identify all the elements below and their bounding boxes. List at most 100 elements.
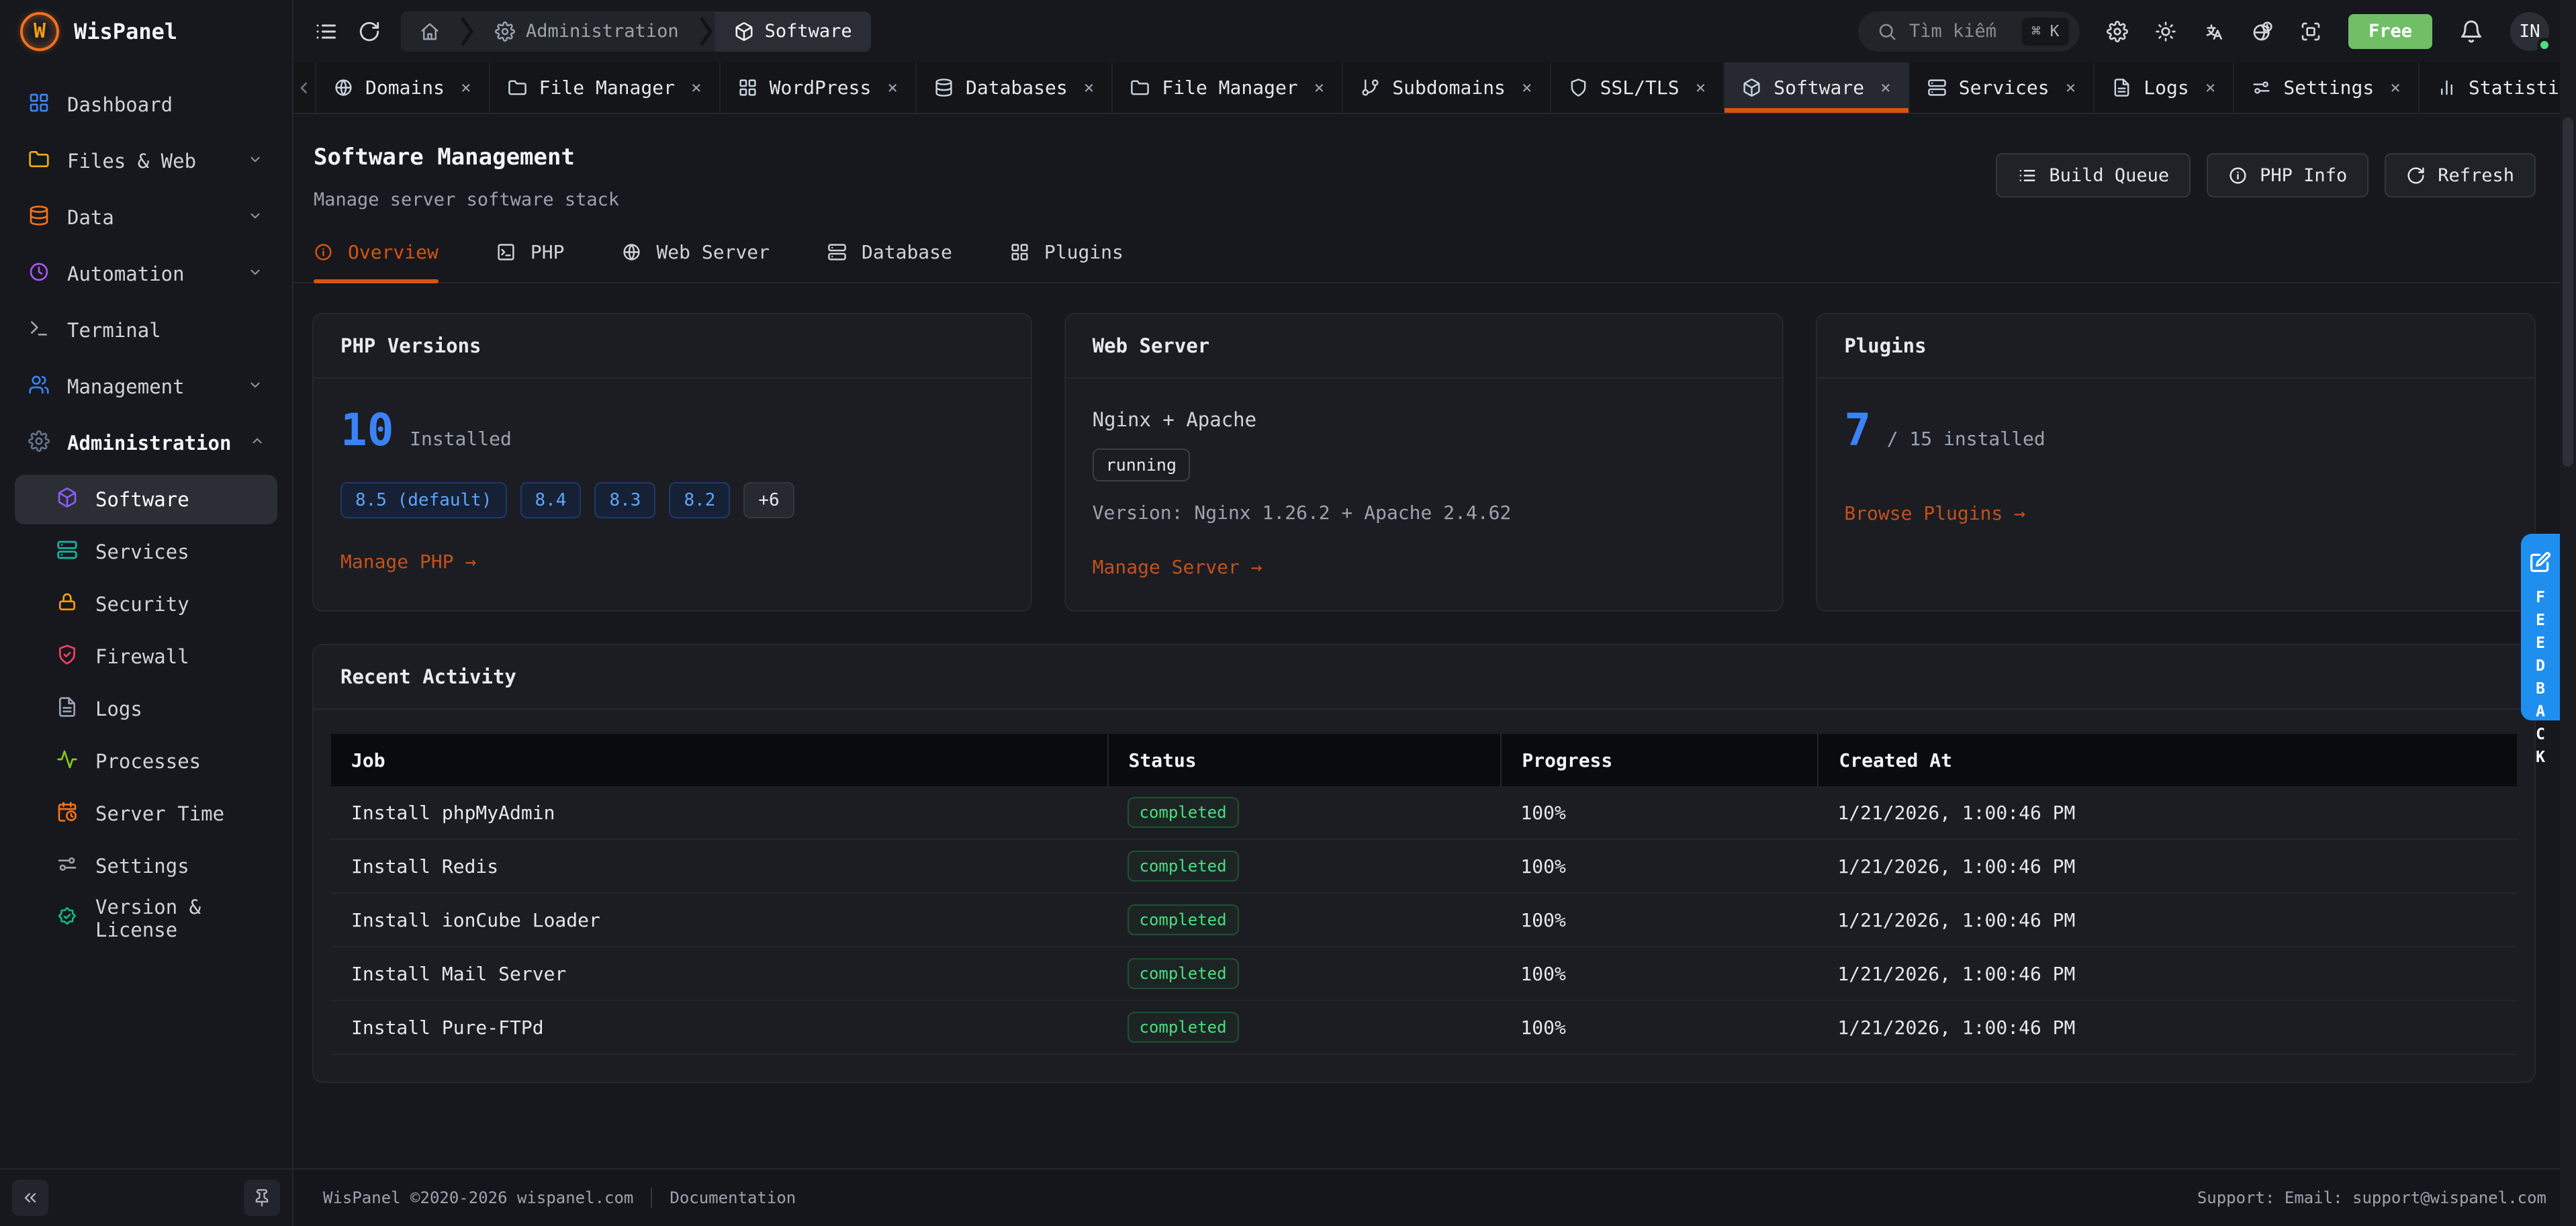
- close-tab-icon[interactable]: ×: [2390, 78, 2401, 98]
- table-row[interactable]: Install ionCube Loader completed 100% 1/…: [331, 894, 2517, 947]
- sidebar-item-automation[interactable]: Automation: [15, 249, 277, 299]
- breadcrumb-administration[interactable]: Administration: [476, 11, 698, 52]
- sidebar-item-security[interactable]: Security: [15, 579, 277, 629]
- close-tab-icon[interactable]: ×: [691, 78, 702, 98]
- collapse-sidebar-button[interactable]: [12, 1180, 48, 1216]
- tab-services[interactable]: Services×: [1910, 62, 2095, 113]
- tab-logs[interactable]: Logs×: [2095, 62, 2234, 113]
- tab-domains[interactable]: Domains×: [316, 62, 490, 113]
- sidebar-item-files-web[interactable]: Files & Web: [15, 136, 277, 186]
- subtab-php[interactable]: PHP: [496, 241, 565, 282]
- free-plan-button[interactable]: Free: [2348, 14, 2432, 49]
- sidebar-item-terminal[interactable]: Terminal: [15, 305, 277, 355]
- page-actions: Build Queue PHP Info Refresh: [1996, 153, 2536, 197]
- sidebar-item-logs[interactable]: Logs: [15, 684, 277, 734]
- tabs-scroll-left-button[interactable]: [293, 62, 316, 113]
- sidebar-item-server-time[interactable]: Server Time: [15, 789, 277, 839]
- php-more-versions-badge[interactable]: +6: [743, 482, 794, 518]
- sidebar-item-label: Server Time: [95, 802, 224, 825]
- tab-file-manager-2[interactable]: File Manager×: [1113, 62, 1343, 113]
- sidebar-item-processes[interactable]: Processes: [15, 737, 277, 786]
- progress-cell: 100%: [1500, 909, 1817, 931]
- build-queue-button[interactable]: Build Queue: [1996, 153, 2191, 197]
- php-info-button[interactable]: PHP Info: [2207, 153, 2368, 197]
- list-icon: [314, 19, 338, 44]
- sidebar-item-data[interactable]: Data: [15, 193, 277, 242]
- calendar-clock-icon: [56, 801, 78, 827]
- manage-server-link[interactable]: Manage Server →: [1093, 556, 1262, 578]
- search-input[interactable]: [1909, 21, 2010, 42]
- card-title: PHP Versions: [314, 314, 1031, 379]
- sidebar-toggle-button[interactable]: [314, 19, 338, 44]
- php-version-badge[interactable]: 8.2: [669, 482, 730, 518]
- sidebar-item-administration[interactable]: Administration: [15, 418, 277, 468]
- scrollbar-thumb[interactable]: [2563, 117, 2573, 467]
- php-version-badge[interactable]: 8.3: [594, 482, 655, 518]
- close-tab-icon[interactable]: ×: [2205, 78, 2216, 98]
- bar-chart-icon: [2437, 78, 2456, 97]
- tab-subdomains[interactable]: Subdomains×: [1343, 62, 1551, 113]
- tab-wordpress[interactable]: WordPress×: [721, 62, 917, 113]
- sidebar-item-dashboard[interactable]: Dashboard: [15, 80, 277, 130]
- sidebar-item-services[interactable]: Services: [15, 527, 277, 577]
- table-row[interactable]: Install Mail Server completed 100% 1/21/…: [331, 947, 2517, 1001]
- breadcrumb-home[interactable]: [401, 11, 459, 52]
- subtab-database[interactable]: Database: [827, 241, 952, 282]
- page-title: Software Management: [314, 144, 619, 171]
- tab-databases[interactable]: Databases×: [917, 62, 1113, 113]
- web-server-version: Version: Nginx 1.26.2 + Apache 2.4.62: [1093, 502, 1756, 524]
- search-icon: [1877, 21, 1897, 42]
- tab-file-manager[interactable]: File Manager×: [490, 62, 721, 113]
- sidebar-item-software[interactable]: Software: [15, 475, 277, 524]
- documentation-link[interactable]: Documentation: [670, 1188, 796, 1207]
- feedback-button[interactable]: FEEDBACK: [2521, 534, 2560, 720]
- pin-sidebar-button[interactable]: [244, 1180, 280, 1216]
- subtab-overview[interactable]: Overview: [314, 241, 439, 282]
- breadcrumb-software[interactable]: Software: [715, 11, 871, 52]
- close-tab-icon[interactable]: ×: [1696, 78, 1706, 98]
- page-scrollbar[interactable]: [2560, 0, 2576, 1226]
- table-row[interactable]: Install phpMyAdmin completed 100% 1/21/2…: [331, 786, 2517, 840]
- sidebar-item-settings[interactable]: Settings: [15, 841, 277, 891]
- close-tab-icon[interactable]: ×: [1314, 78, 1325, 98]
- refresh-button[interactable]: Refresh: [2385, 153, 2536, 197]
- sidebar-item-management[interactable]: Management: [15, 362, 277, 412]
- tab-software[interactable]: Software×: [1724, 62, 1910, 113]
- square-terminal-icon: [496, 242, 516, 262]
- tab-statistics[interactable]: Statistics×: [2420, 62, 2576, 113]
- clock-icon: [28, 261, 50, 287]
- folder-icon: [508, 78, 527, 97]
- global-search[interactable]: ⌘ K: [1858, 11, 2080, 52]
- tab-settings[interactable]: Settings×: [2234, 62, 2420, 113]
- sidebar-item-version-license[interactable]: Version & License: [15, 894, 277, 943]
- close-tab-icon[interactable]: ×: [1880, 78, 1891, 98]
- timezone-button[interactable]: [2252, 21, 2273, 42]
- close-tab-icon[interactable]: ×: [1522, 78, 1532, 98]
- settings-button[interactable]: [2107, 21, 2128, 42]
- sidebar-item-firewall[interactable]: Firewall: [15, 632, 277, 681]
- table-row[interactable]: Install Pure-FTPd completed 100% 1/21/20…: [331, 1001, 2517, 1055]
- close-tab-icon[interactable]: ×: [1084, 78, 1095, 98]
- language-button[interactable]: [2203, 21, 2225, 42]
- close-tab-icon[interactable]: ×: [2066, 78, 2076, 98]
- subtab-plugins[interactable]: Plugins: [1010, 241, 1123, 282]
- tab-ssl-tls[interactable]: SSL/TLS×: [1551, 62, 1725, 113]
- notifications-button[interactable]: [2459, 19, 2483, 44]
- php-version-badge[interactable]: 8.4: [520, 482, 582, 518]
- bell-icon: [2459, 19, 2483, 44]
- php-version-badge[interactable]: 8.5 (default): [340, 482, 507, 518]
- brand[interactable]: W WisPanel: [0, 0, 292, 62]
- status-badge: completed: [1128, 851, 1239, 882]
- subtab-web-server[interactable]: Web Server: [622, 241, 770, 282]
- fullscreen-button[interactable]: [2300, 21, 2321, 42]
- reload-button[interactable]: [358, 20, 381, 43]
- user-avatar[interactable]: IN: [2510, 12, 2549, 51]
- browse-plugins-link[interactable]: Browse Plugins →: [1844, 502, 2025, 524]
- close-tab-icon[interactable]: ×: [887, 78, 898, 98]
- theme-toggle-button[interactable]: [2155, 21, 2176, 42]
- status-badge: completed: [1128, 1012, 1239, 1043]
- manage-php-link[interactable]: Manage PHP →: [340, 551, 476, 573]
- table-row[interactable]: Install Redis completed 100% 1/21/2026, …: [331, 840, 2517, 894]
- close-tab-icon[interactable]: ×: [461, 78, 471, 98]
- open-tabs-bar: Domains× File Manager× WordPress× Databa…: [293, 62, 2576, 114]
